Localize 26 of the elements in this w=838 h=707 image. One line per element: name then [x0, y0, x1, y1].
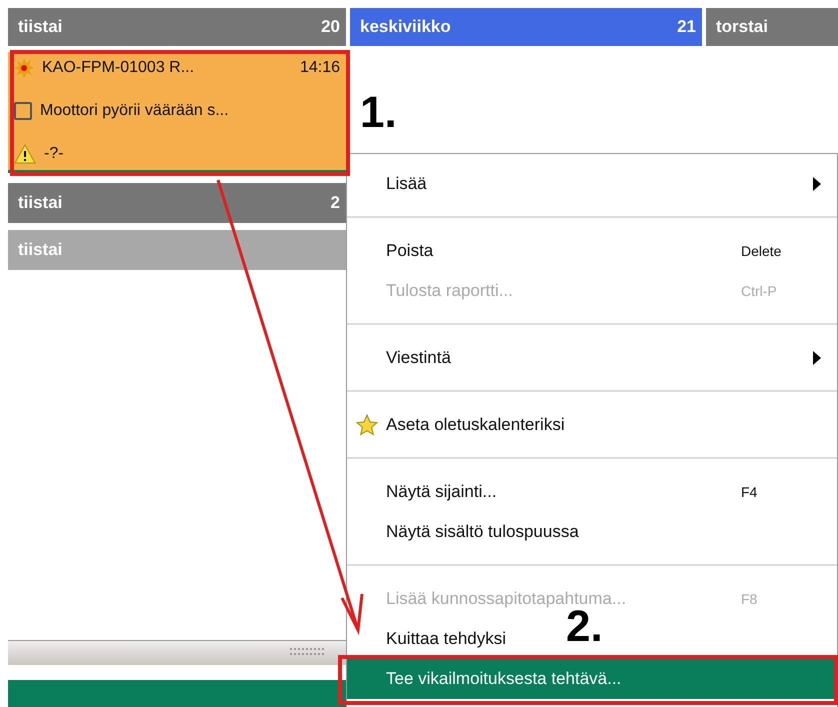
event-card[interactable]: KAO-FPM-01003 R... 14:16 Moottori pyörii väärään s... -?- [8, 52, 346, 173]
day-header[interactable]: torstai [706, 8, 838, 46]
menu-item[interactable]: Viestintä [386, 348, 451, 367]
event-time: 14:16 [300, 59, 340, 77]
menu-item[interactable]: Aseta oletuskalenteriksi [386, 415, 565, 434]
shortcut-label: F4 [741, 484, 758, 500]
event-title: KAO-FPM-01003 R... [42, 59, 196, 77]
menu-item[interactable]: Poista [386, 241, 434, 260]
shortcut-label: Ctrl-P [741, 283, 778, 299]
day-header[interactable]: tiistai 20 [8, 8, 346, 46]
checkbox[interactable] [14, 102, 32, 120]
day-header[interactable]: keskiviikko 21 [350, 8, 702, 46]
shortcut-label: Delete [741, 243, 782, 259]
menu-item[interactable]: Lisää [386, 174, 427, 193]
day-header[interactable]: tiistai 2 [8, 183, 346, 223]
menu-item[interactable]: Tee vikailmoituksesta tehtävä... [347, 659, 837, 699]
scrollbar[interactable] [8, 640, 346, 665]
menu-item[interactable]: Kuittaa tehdyksi [386, 629, 506, 648]
menu-item[interactable]: Näytä sisältö tulospuussa [386, 522, 579, 541]
burst-icon [14, 58, 34, 78]
step-number: 1. [360, 88, 397, 138]
event-description: Moottori pyörii väärään s... [40, 102, 230, 120]
menu-item[interactable]: Näytä sijainti... [386, 482, 497, 501]
event-status: -?- [44, 145, 65, 163]
shortcut-label: F8 [741, 591, 758, 607]
warning-icon [14, 144, 36, 164]
